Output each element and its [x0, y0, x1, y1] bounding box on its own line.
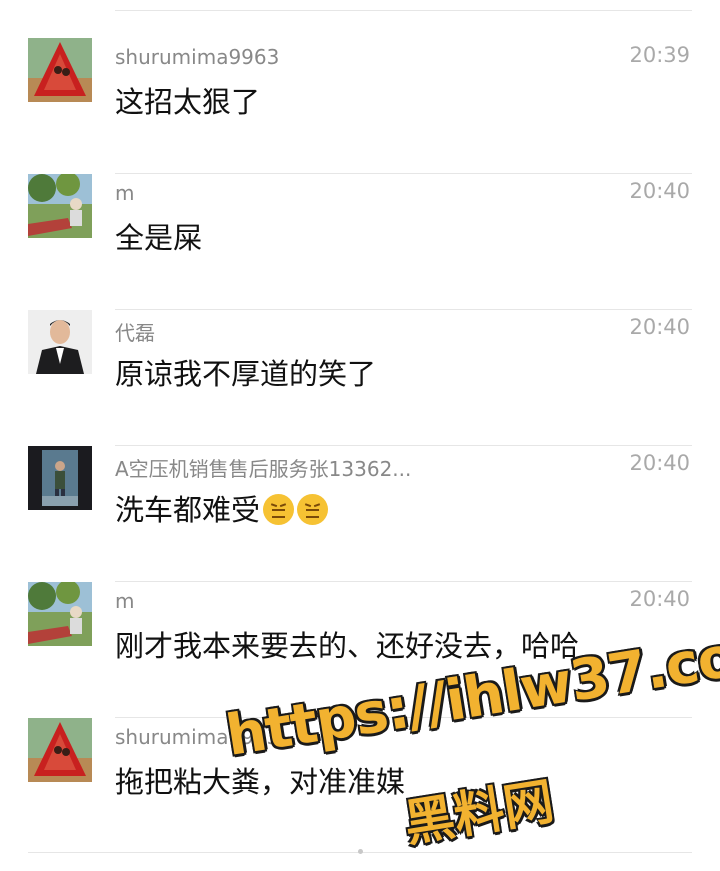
avatar[interactable]: [28, 174, 92, 238]
park-photo-avatar-icon: [28, 582, 92, 646]
child-photo-avatar-icon: [28, 446, 92, 510]
username[interactable]: 代磊: [115, 317, 155, 346]
timestamp: 20:40: [629, 587, 690, 611]
scroll-indicator: [358, 849, 363, 854]
avatar[interactable]: [28, 582, 92, 646]
persevere-emoji-icon: [297, 494, 329, 525]
red-triangle-avatar-icon: [28, 38, 92, 102]
timestamp: 20:39: [629, 43, 690, 67]
username[interactable]: A空压机销售售后服务张13362...: [115, 453, 411, 482]
avatar[interactable]: [28, 38, 92, 102]
timestamp: 20:40: [629, 315, 690, 339]
persevere-emoji-icon: [263, 494, 295, 525]
comment-item[interactable]: 代磊 20:40 原谅我不厚道的笑了: [0, 310, 720, 446]
avatar[interactable]: [28, 718, 92, 782]
park-photo-avatar-icon: [28, 174, 92, 238]
comment-line: 洗车都难受: [115, 487, 329, 529]
timestamp: 20:40: [629, 179, 690, 203]
avatar[interactable]: [28, 446, 92, 510]
comment-text: 洗车都难受: [115, 493, 261, 527]
comment-text: 这招太狠了: [115, 85, 261, 119]
comment-item[interactable]: A空压机销售售后服务张13362... 20:40 洗车都难受: [0, 446, 720, 582]
top-divider: [115, 10, 692, 11]
username[interactable]: m: [115, 181, 134, 205]
timestamp: 20:40: [629, 451, 690, 475]
comment-text: 全是屎: [115, 221, 203, 255]
username[interactable]: m: [115, 589, 134, 613]
comment-text: 拖把粘大粪，对准准媒: [115, 765, 406, 799]
man-in-suit-avatar-icon: [28, 310, 92, 374]
comment-item[interactable]: m 20:40 全是屎: [0, 174, 720, 310]
comment-item[interactable]: shurumima9963 20:39 这招太狠了: [0, 38, 720, 174]
username[interactable]: shurumima9963: [115, 45, 279, 69]
comment-text: 原谅我不厚道的笑了: [115, 357, 377, 391]
red-triangle-avatar-icon: [28, 718, 92, 782]
avatar[interactable]: [28, 310, 92, 374]
